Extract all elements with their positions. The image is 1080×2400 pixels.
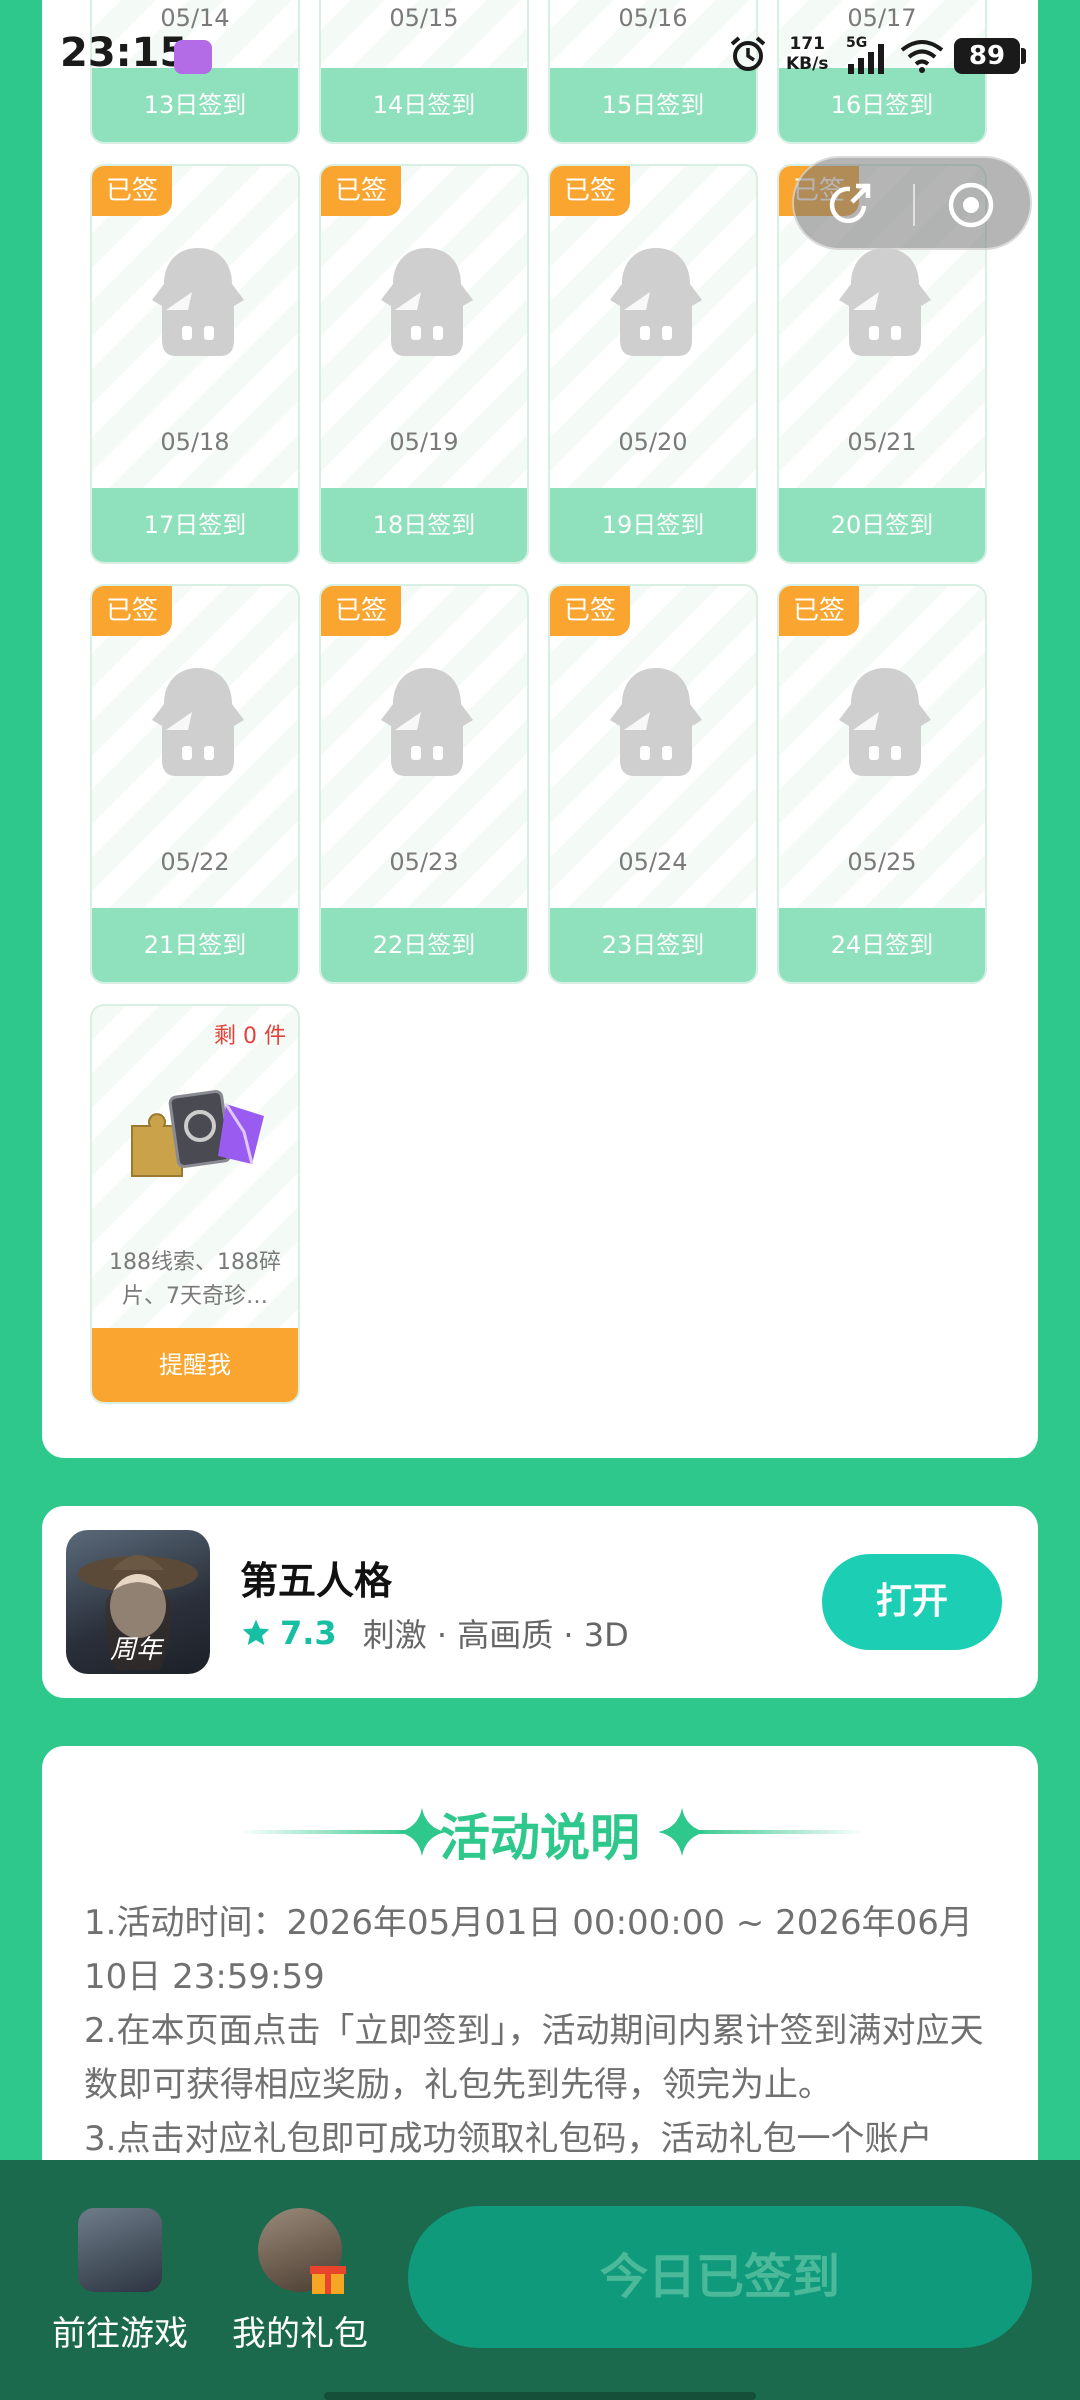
reward-placeholder-icon: [610, 668, 702, 776]
my-gifts-label: 我的礼包: [232, 2314, 368, 2354]
wifi-icon: [900, 40, 944, 73]
network-speed: 171 KB/s: [786, 34, 828, 74]
share-icon[interactable]: [824, 180, 874, 230]
signed-badge: 已签: [779, 586, 859, 636]
game-name: 第五人格: [240, 1559, 393, 1603]
game-icon[interactable]: 周年: [66, 1530, 210, 1674]
anniversary-tag: 周年: [110, 1635, 163, 1665]
checkin-date: 05/21: [847, 428, 917, 456]
signed-badge: 已签: [321, 586, 401, 636]
remind-me-button[interactable]: 提醒我: [92, 1328, 298, 1402]
checkin-day-label: 24日签到: [779, 908, 985, 982]
checkin-card[interactable]: 已签 05/20 19日签到: [548, 164, 758, 564]
cellular-signal-icon: 5G: [846, 35, 884, 74]
reward-placeholder-icon: [381, 248, 473, 356]
rule-line: 1.活动时间：2026年05月01日 00:00:00 ~ 2026年06月10…: [84, 1903, 973, 1997]
checkin-date: 05/22: [160, 848, 230, 876]
signed-badge: 已签: [92, 586, 172, 636]
status-time: 23:15: [60, 30, 188, 76]
game-thumbnail-icon: [78, 2208, 162, 2292]
checkin-day-label: 23日签到: [550, 908, 756, 982]
rules-title: 活动说明: [440, 1809, 640, 1867]
network-type-label: 5G: [846, 35, 867, 51]
checkin-day-label: 20日签到: [779, 488, 985, 562]
checked-in-today-button[interactable]: 今日已签到: [408, 2206, 1032, 2348]
checkin-day-label: 17日签到: [92, 488, 298, 562]
checkin-date: 05/18: [160, 428, 230, 456]
network-speed-value: 171: [789, 34, 825, 54]
checkin-card[interactable]: 已签 05/22 21日签到: [90, 584, 300, 984]
checkin-card[interactable]: 已签 05/25 24日签到: [777, 584, 987, 984]
rules-body: 1.活动时间：2026年05月01日 00:00:00 ~ 2026年06月10…: [84, 1896, 1002, 2166]
game-info-card[interactable]: 周年 第五人格 7.3 刺激 · 高画质 · 3D 打开: [42, 1506, 1038, 1698]
reward-placeholder-icon: [152, 248, 244, 356]
alarm-icon: [730, 36, 766, 71]
reward-placeholder-icon: [381, 668, 473, 776]
gift-box-icon: [310, 2266, 346, 2294]
notification-app-icon: [174, 40, 212, 74]
remaining-count: 剩 0 件: [214, 1024, 286, 1049]
status-bar: 23:15 171 KB/s 5G 89: [0, 0, 1080, 116]
reward-items-icon: [131, 1089, 264, 1177]
my-gifts-button[interactable]: 我的礼包: [220, 2208, 380, 2355]
rule-line: 2.在本页面点击「立即签到」，活动期间内累计签到满对应天数即可获得相应奖励，礼包…: [84, 2011, 984, 2105]
checkin-card[interactable]: 已签 05/18 17日签到: [90, 164, 300, 564]
rule-line: 3.点击对应礼包即可成功领取礼包码，活动礼包一个账户: [84, 2119, 933, 2159]
cumulative-reward-card[interactable]: 剩 0 件 188线索、188碎片、7天奇珍… 提醒我: [90, 1004, 300, 1404]
checkin-day-label: 21日签到: [92, 908, 298, 982]
reward-description: 188线索、188碎片、7天奇珍…: [109, 1250, 281, 1309]
reward-placeholder-icon: [610, 248, 702, 356]
signed-badge: 已签: [92, 166, 172, 216]
game-tags: 刺激 · 高画质 · 3D: [362, 1616, 629, 1654]
title-decoration-right: [658, 1808, 866, 1856]
checkin-card[interactable]: 已签 05/23 22日签到: [319, 584, 529, 984]
close-miniprogram-icon[interactable]: [946, 180, 996, 230]
home-indicator[interactable]: [324, 2392, 756, 2400]
signed-badge: 已签: [321, 166, 401, 216]
checkin-card[interactable]: 已签 05/19 18日签到: [319, 164, 529, 564]
signed-badge: 已签: [550, 586, 630, 636]
checkin-date: 05/19: [389, 428, 459, 456]
checkin-date: 05/25: [847, 848, 917, 876]
open-game-button[interactable]: 打开: [822, 1554, 1002, 1650]
miniprogram-capsule[interactable]: [792, 156, 1032, 250]
reward-placeholder-icon: [152, 668, 244, 776]
signed-badge: 已签: [550, 166, 630, 216]
checkin-date: 05/24: [618, 848, 688, 876]
reward-placeholder-icon: [839, 668, 931, 776]
network-speed-unit: KB/s: [786, 54, 829, 74]
checkin-date: 05/20: [618, 428, 688, 456]
game-meta: 7.3 刺激 · 高画质 · 3D: [240, 1610, 629, 1656]
checkin-day-label: 19日签到: [550, 488, 756, 562]
checkin-card[interactable]: 已签 05/24 23日签到: [548, 584, 758, 984]
checkin-day-label: 18日签到: [321, 488, 527, 562]
battery-indicator: 89: [954, 38, 1026, 74]
gift-icon: [258, 2208, 346, 2294]
checkin-date: 05/23: [389, 848, 459, 876]
go-to-game-label: 前往游戏: [52, 2314, 188, 2354]
go-to-game-button[interactable]: 前往游戏: [40, 2208, 200, 2355]
game-score: 7.3: [280, 1614, 337, 1652]
star-icon: [242, 1619, 270, 1645]
checkin-day-label: 22日签到: [321, 908, 527, 982]
capsule-divider: [913, 184, 915, 226]
bottom-action-bar: 前往游戏 我的礼包 今日已签到: [0, 2160, 1080, 2400]
reward-placeholder-icon: [839, 248, 931, 356]
